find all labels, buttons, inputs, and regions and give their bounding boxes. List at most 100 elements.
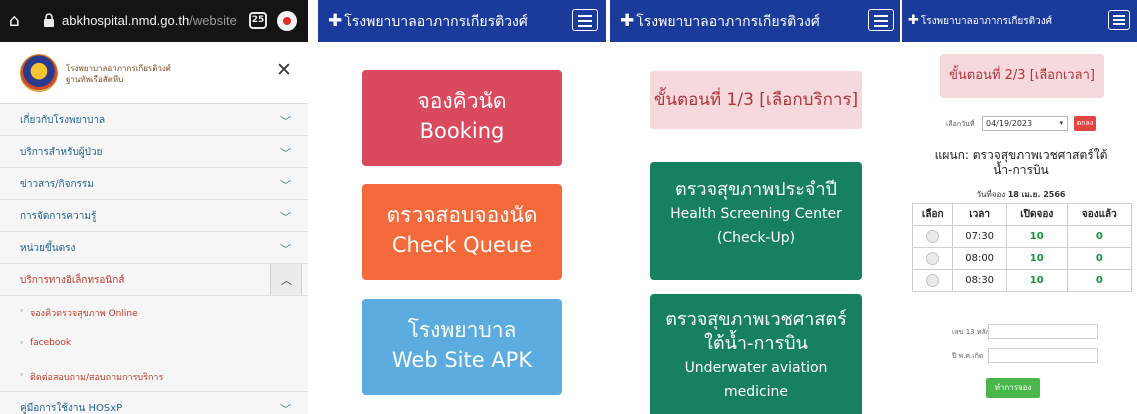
booking-label-en: Booking [419,119,505,143]
sidebar-item-label: ข่าวสาร/กิจกรรม [20,179,94,190]
hamburger-menu-icon[interactable] [1108,10,1130,30]
sidebar-item-news[interactable]: ข่าวสาร/กิจกรรม ﹀ [0,168,308,200]
column-header: จองแล้ว [1066,203,1133,226]
table-row: 08:00 10 0 [911,247,1133,270]
sidebar-item-patient-services[interactable]: บริการสำหรับผู้ป่วย ﹀ [0,136,308,168]
service-label-th-2: ใต้น้ำ-การบิน [704,333,808,354]
id-number-input[interactable] [988,324,1098,339]
chevron-right-icon: › [20,306,24,316]
home-icon[interactable]: ⌂ [9,11,20,31]
app-top-bar: ✚ โรงพยาบาลอาภากรเกียรติวงศ์ [902,0,1137,42]
sidebar-item-knowledge[interactable]: การจัดการความรู้ ﹀ [0,200,308,232]
slot-radio[interactable] [926,252,940,265]
radio-cell [911,225,954,248]
booking-button[interactable]: จองคิวนัด Booking [362,70,562,166]
step-title: ขั้นตอนที่ 1/3 [เลือกบริการ] [650,71,862,129]
chevron-down-icon[interactable]: ﹀ [280,209,291,225]
service-label-en: Underwater aviation [684,360,828,376]
booking-date-value: 18 เม.ย. 2566 [1007,190,1066,199]
sidebar-item-e-services[interactable]: บริการทางอิเล็กทรอนิกส์ ︿ [0,264,308,296]
hamburger-menu-icon[interactable] [868,9,894,31]
menu-header: โรงพยาบาลอาภากรเกียรติวงศ์ ฐานทัพเรือสัต… [0,42,308,104]
brand-name: โรงพยาบาลอาภากรเกียรติวงศ์ [920,16,1052,27]
check-queue-label-en: Check Queue [391,233,533,257]
brand-name: โรงพยาบาลอาภากรเกียรติวงศ์ [344,14,528,30]
chevron-right-icon: › [20,338,24,348]
slot-radio[interactable] [926,274,940,287]
chevron-down-icon[interactable]: ﹀ [280,401,291,414]
brand-link[interactable]: ✚ โรงพยาบาลอาภากรเกียรติวงศ์ [328,11,528,33]
website-label-en: Web Site APK [391,348,533,372]
booking-date-label: วันที่จอง [976,190,1006,199]
sidebar-item-label: การจัดการความรู้ [20,211,97,222]
brand-name: โรงพยาบาลอาภากรเกียรติวงศ์ [636,14,820,30]
plus-icon: ✚ [328,11,343,31]
department-line2: น้ำ-การบิน [993,163,1049,177]
table-row: 08:30 10 0 [911,269,1133,292]
sidebar-item-hosxp-manual[interactable]: คู่มือการใช้งาน HOSxP ﹀ [0,392,308,414]
sidebar-subitem-label: facebook [30,338,72,348]
check-queue-button[interactable]: ตรวจสอบจองนัด Check Queue [362,184,562,280]
hamburger-menu-icon[interactable] [572,9,598,31]
sidebar-menu: เกี่ยวกับโรงพยาบาล ﹀ บริการสำหรับผู้ป่วย… [0,104,308,414]
chevron-down-icon[interactable]: ﹀ [280,177,291,193]
logo-text-line2: ฐานทัพเรือสัตหีบ [66,75,124,84]
sidebar-subitem-contact[interactable]: › ติดต่อสอบถาม/สอบถามการบริการ [0,360,308,392]
sidebar-subitem-online-checkup[interactable]: › จองคิวตรวจสุขภาพ Online [0,296,308,328]
hospital-logo[interactable] [20,54,58,92]
column-header: เวลา [952,203,1007,226]
slot-booked: 0 [1066,225,1133,248]
home-panel: ✚ โรงพยาบาลอาภากรเกียรติวงศ์ จองคิวนัด Bo… [318,0,606,414]
chevron-down-icon[interactable]: ﹀ [280,241,291,257]
slot-radio[interactable] [926,230,940,243]
service-label-en-sub: (Check-Up) [716,230,796,246]
chevron-down-icon[interactable]: ﹀ [280,113,291,129]
browser-menu-panel: ⌂ abkhospital.nmd.go.th/website 25 โรงพย… [0,0,308,414]
service-label-en-sub: medicine [723,384,789,400]
chevron-down-icon[interactable]: ﹀ [280,145,291,161]
close-icon[interactable]: ✕ [276,59,292,81]
website-button[interactable]: โรงพยาบาล Web Site APK [362,299,562,395]
sidebar-item-about[interactable]: เกี่ยวกับโรงพยาบาล ﹀ [0,104,308,136]
slot-booked: 0 [1066,247,1133,270]
service-label-th: ตรวจสุขภาพประจำปี [675,179,837,200]
department-line1: แผนก: ตรวจสุขภาพเวชศาสตร์ใต้ [934,148,1108,162]
service-label-en: Health Screening Center [670,206,842,222]
chevron-up-icon: ︿ [281,274,292,287]
url-field[interactable]: abkhospital.nmd.go.th/website [62,13,237,28]
radio-cell [911,247,954,270]
time-slot-table: เลือก เวลา เปิดจอง จองแล้ว 07:30 10 0 08… [911,203,1133,292]
booking-label-th: จองคิวนัด [417,89,507,113]
sidebar-subitem-label: จองคิวตรวจสุขภาพ Online [30,309,138,319]
health-screening-button[interactable]: ตรวจสุขภาพประจำปี Health Screening Cente… [650,162,862,280]
slot-time: 08:00 [952,247,1007,270]
submit-booking-button[interactable]: ทำการจอง [986,378,1040,398]
sidebar-item-label: บริการทางอิเล็กทรอนิกส์ [20,275,125,286]
booking-date: วันที่จอง 18 เม.ย. 2566 [910,188,1132,201]
radio-cell [911,269,954,292]
brand-link[interactable]: ✚ โรงพยาบาลอาภากรเกียรติวงศ์ [620,11,820,33]
sidebar-item-label: คู่มือการใช้งาน HOSxP [20,403,123,414]
table-header-row: เลือก เวลา เปิดจอง จองแล้ว [911,203,1133,226]
slot-open: 10 [1005,269,1068,292]
service-label-th: ตรวจสุขภาพเวชศาสตร์ [665,309,847,330]
birth-year-input[interactable] [988,348,1098,363]
date-value: 04/19/2023 [986,119,1033,128]
tab-switcher-button[interactable]: 25 [249,12,267,29]
underwater-aviation-button[interactable]: ตรวจสุขภาพเวชศาสตร์ ใต้น้ำ-การบิน Underw… [650,294,862,414]
column-header: เปิดจอง [1005,203,1068,226]
sidebar-subitem-facebook[interactable]: › facebook [0,328,308,360]
brand-link[interactable]: ✚ โรงพยาบาลอาภากรเกียรติวงศ์ [908,13,1052,29]
column-header: เลือก [911,203,954,226]
confirm-date-button[interactable]: ตกลง [1074,116,1096,131]
chevron-right-icon: › [20,370,24,380]
step1-panel: ✚ โรงพยาบาลอาภากรเกียรติวงศ์ ขั้นตอนที่ 1… [610,0,900,414]
sidebar-item-label: บริการสำหรับผู้ป่วย [20,147,103,158]
date-select[interactable]: 04/19/2023 ▾ [982,116,1068,131]
collapse-button[interactable]: ︿ [270,264,302,295]
sidebar-item-units[interactable]: หน่วยขึ้นตรง ﹀ [0,232,308,264]
department-title: แผนก: ตรวจสุขภาพเวชศาสตร์ใต้ น้ำ-การบิน [910,148,1132,178]
browser-menu-icon[interactable] [277,11,297,31]
step-title: ขั้นตอนที่ 2/3 [เลือกเวลา] [940,54,1104,98]
id-number-label: เลข 13 หลัก [952,328,990,336]
